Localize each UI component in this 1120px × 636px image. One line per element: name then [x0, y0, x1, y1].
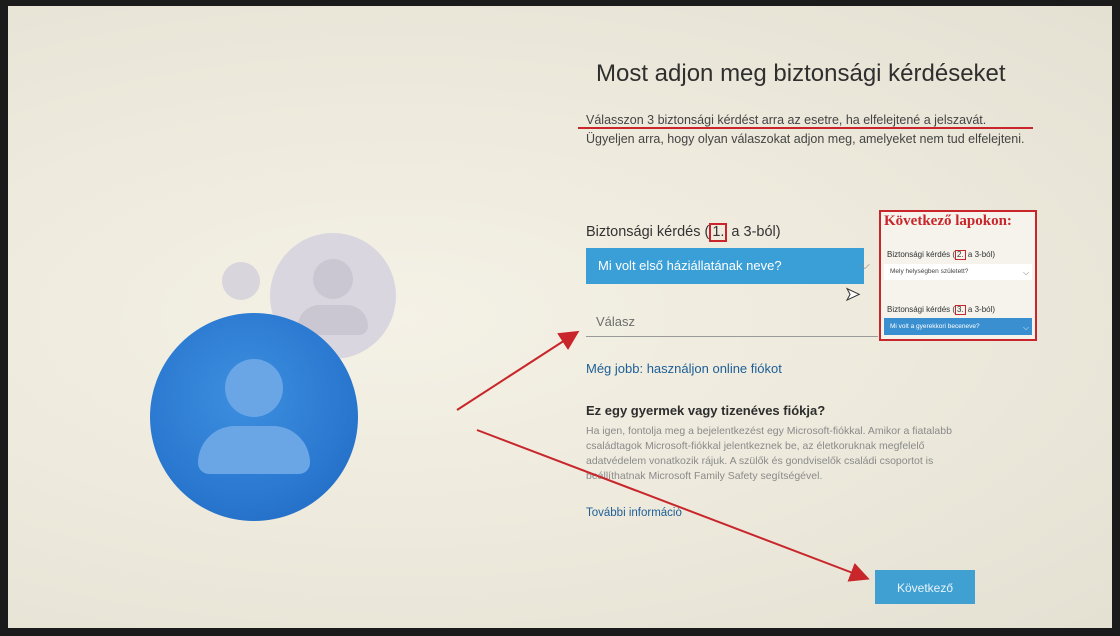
annotation-arrows	[456, 330, 870, 582]
arrow-to-answer-field	[456, 330, 580, 411]
arrow-to-next-button	[476, 429, 870, 582]
